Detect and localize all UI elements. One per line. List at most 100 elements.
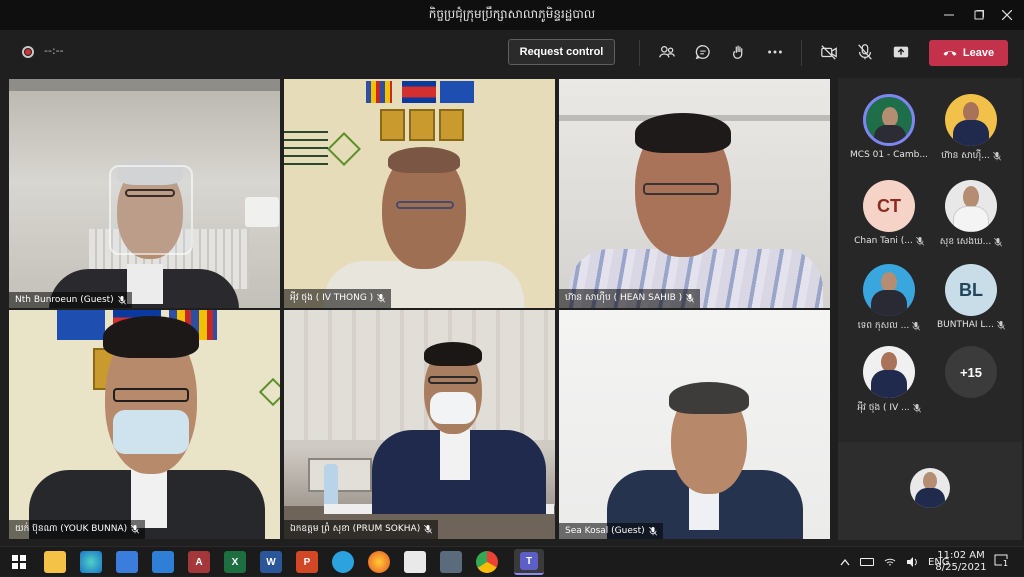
- close-button[interactable]: [990, 0, 1024, 30]
- participant-name-tag: យក់ ប៊ុនណា (YOUK BUNNA): [9, 520, 146, 539]
- teams-icon: T: [520, 552, 538, 570]
- overflow-count: +15: [945, 346, 997, 398]
- powerpoint-icon[interactable]: P: [296, 551, 318, 573]
- participant-tile[interactable]: Sea Kosal (Guest): [558, 309, 831, 540]
- people-icon: [659, 45, 675, 58]
- chevron-up-icon[interactable]: [840, 558, 850, 566]
- recording-icon: [22, 46, 34, 58]
- mic-muted-icon: [377, 294, 386, 303]
- chat-icon: [695, 45, 710, 60]
- firefox-icon[interactable]: [368, 551, 390, 573]
- roster-item[interactable]: ទេព កុសល ...: [846, 264, 932, 333]
- avatar: [863, 346, 915, 398]
- mic-muted-icon: [648, 526, 657, 536]
- system-tray: ENG: [840, 547, 950, 577]
- participant-tile[interactable]: ហ៊ាន សាហ៊ីប ( HEAN SAHIB ): [558, 78, 831, 309]
- meeting-toolbar: --:-- Request control Leave: [0, 30, 1024, 76]
- camera-toggle-button[interactable]: [816, 40, 842, 64]
- avatar: [863, 94, 915, 146]
- self-view: [838, 442, 1022, 540]
- roster-item[interactable]: អុីវ ថុង ( IV ...: [846, 346, 932, 415]
- mic-muted-icon: [912, 322, 921, 331]
- participant-tile[interactable]: អុីវ ថុង ( IV THONG ): [283, 78, 556, 309]
- chat-button[interactable]: [690, 40, 716, 64]
- meeting-timer: --:--: [44, 44, 64, 57]
- ceiling: [9, 79, 280, 91]
- toolbar-divider: [639, 40, 640, 66]
- wifi-icon[interactable]: [884, 557, 896, 567]
- windows-taskbar: A X W P T ENG 11:02 AM 8/25/2021 1: [0, 546, 1024, 576]
- mic-muted-icon: [992, 152, 1001, 161]
- roster-item[interactable]: CT Chan Tani (...: [846, 180, 932, 246]
- camera-app-icon[interactable]: [440, 551, 462, 573]
- face-mask: [113, 410, 189, 454]
- telegram-icon[interactable]: [332, 551, 354, 573]
- request-control-button[interactable]: Request control: [508, 39, 615, 65]
- mic-muted-icon: [686, 294, 695, 303]
- wall-text: [284, 131, 328, 171]
- avatar: BL: [945, 264, 997, 316]
- mic-off-icon: [858, 44, 872, 60]
- mic-muted-icon: [915, 236, 924, 246]
- excel-icon[interactable]: X: [224, 551, 246, 573]
- participant-name-tag: Nth Bunroeun (Guest): [9, 292, 132, 308]
- volume-icon[interactable]: [906, 557, 918, 567]
- name-plate: [308, 458, 372, 492]
- more-icon: [768, 50, 782, 54]
- roster-item[interactable]: BL BUNTHAI L...: [928, 264, 1014, 330]
- more-options-button[interactable]: [762, 40, 788, 64]
- mic-muted-icon: [424, 525, 433, 534]
- battery-icon[interactable]: [860, 558, 874, 566]
- participant-name-tag: ឯកឧត្តម ព្រំ សុខា (PRUM SOKHA): [284, 520, 439, 539]
- share-tray-button[interactable]: [888, 40, 914, 64]
- participant-name-tag: Sea Kosal (Guest): [559, 523, 663, 539]
- camera-off-icon: [821, 45, 837, 60]
- avatar: [945, 180, 997, 232]
- minimize-icon: [944, 14, 954, 16]
- mic-toggle-button[interactable]: [852, 40, 878, 64]
- reactions-button[interactable]: [726, 40, 752, 64]
- emblem-flag-icon: [440, 81, 474, 103]
- wall-panels: [284, 310, 555, 440]
- roster-item[interactable]: សុខ សេងឃ...: [928, 180, 1014, 249]
- chrome-icon[interactable]: [476, 551, 498, 573]
- mic-muted-icon: [131, 525, 140, 534]
- minimize-button[interactable]: [932, 0, 966, 30]
- roster-item[interactable]: MCS 01 - Camb...: [846, 94, 932, 160]
- video-stage: Nth Bunroeun (Guest) អុីវ ថុង ( IV THONG…: [8, 78, 832, 540]
- participant-name-tag: អុីវ ថុង ( IV THONG ): [284, 289, 392, 308]
- participant-tile[interactable]: Nth Bunroeun (Guest): [8, 78, 281, 309]
- window-title: កិច្ចប្រជុំក្រុមប្រឹក្សាសាលាភូមិន្ទរដ្ឋប…: [428, 7, 596, 21]
- cambodia-flag-icon: [402, 81, 436, 103]
- mic-muted-icon: [997, 320, 1006, 330]
- leave-label: Leave: [962, 47, 995, 59]
- word-icon[interactable]: W: [260, 551, 282, 573]
- leave-button[interactable]: Leave: [929, 40, 1008, 66]
- access-icon[interactable]: A: [188, 551, 210, 573]
- edge-icon[interactable]: [80, 551, 102, 573]
- share-icon: [893, 46, 909, 58]
- participant-name-tag: ហ៊ាន សាហ៊ីប ( HEAN SAHIB ): [559, 289, 701, 308]
- avatar: [945, 94, 997, 146]
- roster-item[interactable]: ហ៊ាន សាហ៊ី...: [928, 94, 1014, 163]
- store-icon[interactable]: [116, 551, 138, 573]
- mic-muted-icon: [994, 238, 1003, 247]
- logo-diamond-icon: [327, 132, 361, 166]
- logo-diamond-icon: [258, 377, 280, 407]
- file-explorer-icon[interactable]: [44, 551, 66, 573]
- participant-tile[interactable]: ឯកឧត្តម ព្រំ សុខា (PRUM SOKHA): [283, 309, 556, 540]
- teams-taskbar-button[interactable]: T: [514, 549, 544, 575]
- snipping-tool-icon[interactable]: [404, 551, 426, 573]
- mail-icon[interactable]: [152, 551, 174, 573]
- participant-tile[interactable]: យក់ ប៊ុនណា (YOUK BUNNA): [8, 309, 281, 540]
- air-conditioner: [245, 197, 279, 227]
- people-button[interactable]: [654, 40, 680, 64]
- close-icon: [1002, 10, 1012, 20]
- taskbar-clock[interactable]: 11:02 AM 8/25/2021: [935, 550, 987, 574]
- face-mask: [430, 392, 476, 424]
- self-avatar: [910, 468, 950, 508]
- title-bar: កិច្ចប្រជុំក្រុមប្រឹក្សាសាលាភូមិន្ទរដ្ឋប…: [0, 0, 1024, 30]
- start-button[interactable]: [8, 551, 30, 573]
- more-participants-button[interactable]: +15: [928, 346, 1014, 398]
- notifications-button[interactable]: 1: [994, 553, 1010, 569]
